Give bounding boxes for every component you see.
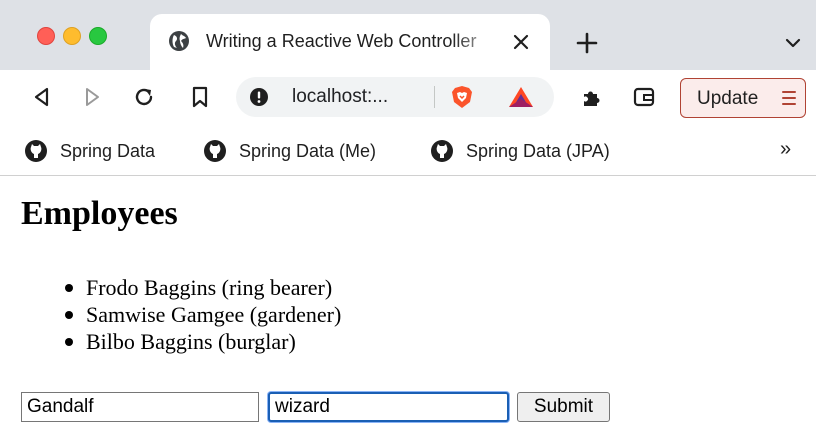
chevron-down-icon[interactable] [784,36,802,50]
window-minimize-button[interactable] [63,27,81,45]
bookmark-item-spring-data-me[interactable]: Spring Data (Me) [203,138,376,164]
hamburger-menu-icon [782,91,796,105]
page-content: Employees Frodo Baggins (ring bearer) Sa… [0,177,816,423]
list-item: Samwise Gamgee (gardener) [62,301,341,328]
bookmark-icon[interactable] [188,85,212,109]
bookmarks-bar: Spring Data Spring Data (Me) Spring Data… [0,124,816,176]
github-icon [431,140,453,162]
employee-text: Samwise Gamgee (gardener) [86,302,342,327]
bookmark-item-spring-data[interactable]: Spring Data [24,138,155,164]
tab-strip: Writing a Reactive Web Controller [0,0,816,80]
tab-title: Writing a Reactive Web Controller [206,31,477,51]
url-text: localhost:... [292,86,389,107]
brave-rewards-icon[interactable] [508,86,534,108]
bullet-icon [65,311,73,319]
new-tab-icon[interactable] [575,31,599,55]
github-icon [204,140,226,162]
address-bar[interactable]: localhost:... [236,77,554,117]
window-maximize-button[interactable] [89,27,107,45]
employee-text: Frodo Baggins (ring bearer) [86,275,333,300]
bookmark-item-spring-data-jpa[interactable]: Spring Data (JPA) [430,138,610,164]
bullet-icon [65,338,73,346]
employee-list: Frodo Baggins (ring bearer) Samwise Gamg… [62,274,341,355]
globe-icon [169,31,189,51]
bookmarks-overflow-button[interactable]: » [780,138,791,161]
reload-icon[interactable] [132,85,156,109]
extensions-icon[interactable] [580,85,604,109]
close-icon[interactable] [512,33,530,51]
address-divider [434,86,435,108]
list-item: Frodo Baggins (ring bearer) [62,274,341,301]
name-input[interactable] [21,392,259,422]
submit-button[interactable]: Submit [517,392,610,422]
forward-icon[interactable] [80,85,104,109]
employee-text: Bilbo Baggins (burglar) [86,329,296,354]
page-title: Employees [21,195,178,232]
active-tab[interactable]: Writing a Reactive Web Controller [150,14,550,72]
wallet-icon[interactable] [632,85,656,109]
bookmark-label: Spring Data (Me) [239,140,377,161]
update-button[interactable]: Update [680,78,806,118]
github-icon [25,140,47,162]
list-item: Bilbo Baggins (burglar) [62,328,341,355]
back-icon[interactable] [30,85,54,109]
navigation-toolbar: localhost:... Update [0,70,816,124]
window-close-button[interactable] [37,27,55,45]
bookmark-label: Spring Data [60,140,156,161]
info-icon[interactable] [250,88,268,106]
role-input[interactable] [268,392,509,422]
update-label: Update [697,88,759,109]
brave-shield-icon[interactable] [451,85,473,109]
bullet-icon [65,284,73,292]
bookmark-label: Spring Data (JPA) [466,140,610,161]
